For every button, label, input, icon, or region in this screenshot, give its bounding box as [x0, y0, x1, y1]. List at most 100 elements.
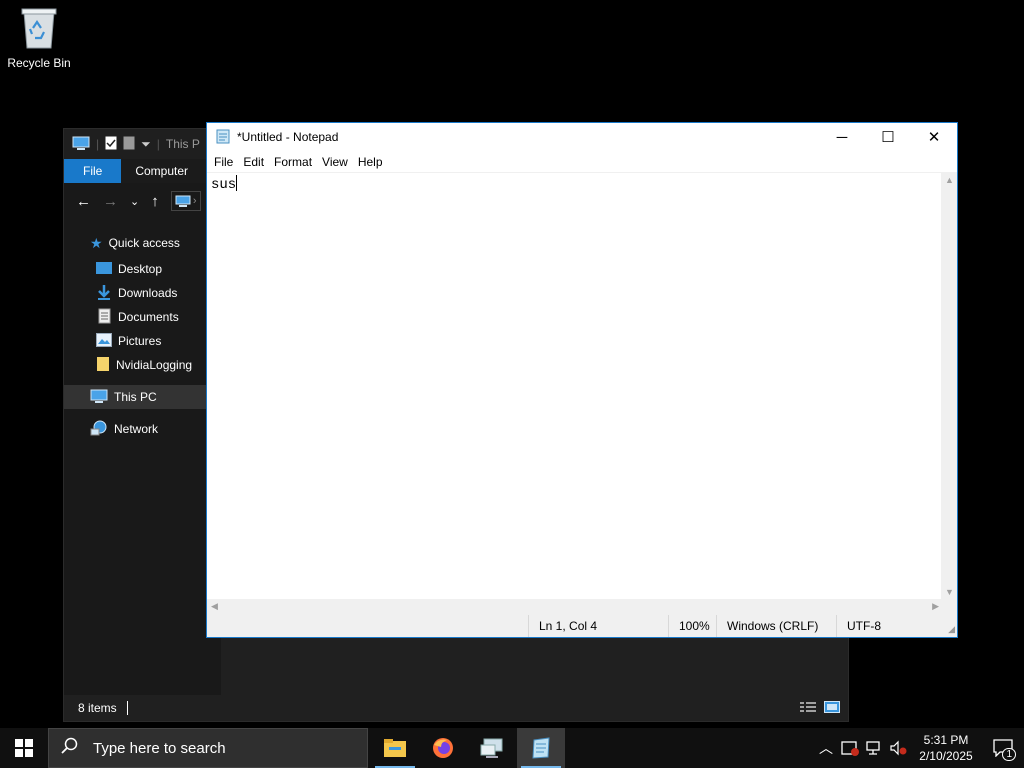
line-ending: Windows (CRLF) [716, 615, 818, 637]
zoom-level: 100% [668, 615, 710, 637]
taskbar-notepad[interactable] [517, 728, 565, 768]
taskbar-firefox[interactable] [419, 728, 467, 768]
sidebar-item-nvidialogging[interactable]: NvidiaLogging [64, 353, 206, 377]
firefox-icon [433, 738, 453, 758]
download-arrow-icon [96, 284, 112, 303]
windows-logo-icon [15, 739, 33, 757]
taskbar: Type here to search ︿ 5:31 PM 2/10/2025 … [0, 728, 1024, 768]
details-view-icon[interactable] [800, 701, 816, 716]
show-hidden-icons-chevron-icon[interactable]: ︿ [814, 738, 838, 758]
text-cursor [236, 175, 238, 191]
computer-icon [90, 389, 108, 406]
address-pc-icon [175, 195, 191, 207]
notepad-window-title: *Untitled - Notepad [237, 130, 339, 144]
sidebar-item-this-pc[interactable]: This PC [64, 385, 206, 409]
properties-icon[interactable] [105, 136, 117, 153]
notepad-window[interactable]: *Untitled - Notepad ─ ☐ ✕ File Edit Form… [206, 122, 958, 638]
sidebar-item-label: Desktop [118, 262, 163, 276]
notepad-app-icon [215, 128, 231, 147]
sidebar-item-downloads[interactable]: Downloads [64, 281, 206, 305]
star-icon: ★ [90, 234, 103, 251]
sidebar-item-label: Network [114, 422, 159, 436]
sidebar-item-label: Pictures [118, 334, 162, 348]
sidebar-item-network[interactable]: Network [64, 417, 206, 441]
explorer-status-bar: 8 items [64, 695, 848, 721]
minimize-button[interactable]: ─ [819, 123, 865, 151]
search-placeholder: Type here to search [93, 739, 226, 757]
network-status-icon[interactable] [862, 740, 886, 756]
network-icon [90, 420, 108, 439]
large-icons-view-icon[interactable] [824, 700, 840, 716]
volume-muted-icon[interactable] [886, 740, 910, 756]
taskbar-file-explorer[interactable] [371, 728, 419, 768]
forward-arrow-icon[interactable]: → [103, 193, 118, 210]
notification-count-badge: 1 [1002, 748, 1016, 761]
new-folder-icon[interactable] [123, 136, 135, 153]
menu-format[interactable]: Format [269, 155, 317, 169]
notepad-status-bar: Ln 1, Col 4 100% Windows (CRLF) UTF-8 ◢ [207, 615, 957, 637]
sidebar-item-documents[interactable]: Documents [64, 305, 206, 329]
scroll-left-icon[interactable]: ◀ [211, 601, 218, 612]
notepad-text-content: sus [211, 177, 237, 193]
quick-access-toolbar-dropdown-icon[interactable]: ⏷ [141, 137, 151, 152]
file-explorer-icon [384, 739, 406, 757]
clock-date: 2/10/2025 [919, 749, 973, 763]
sidebar-item-label: This PC [114, 390, 157, 404]
maximize-button[interactable]: ☐ [865, 123, 911, 151]
sidebar-item-desktop[interactable]: Desktop [64, 257, 206, 281]
notepad-titlebar[interactable]: *Untitled - Notepad ─ ☐ ✕ [207, 123, 957, 151]
status-divider [126, 701, 128, 715]
sidebar-item-label: NvidiaLogging [116, 358, 193, 372]
scroll-right-icon[interactable]: ▶ [932, 601, 939, 612]
clock-time: 5:31 PM [923, 733, 969, 747]
sidebar-item-pictures[interactable]: Pictures [64, 329, 206, 353]
taskbar-network-app[interactable] [468, 728, 516, 768]
tab-file[interactable]: File [64, 159, 122, 183]
cursor-position: Ln 1, Col 4 [528, 615, 597, 637]
folder-icon [96, 356, 110, 375]
pictures-icon [96, 332, 112, 350]
notepad-text-area[interactable]: sus [207, 173, 943, 599]
horizontal-scrollbar[interactable]: ◀ ▶ [207, 599, 943, 615]
address-chevron-icon: › [192, 195, 197, 207]
navigation-pane: ★ Quick access Desktop Downloads Documen… [64, 229, 206, 441]
notepad-menu-bar: File Edit Format View Help [207, 151, 957, 173]
tab-computer[interactable]: Computer [121, 159, 202, 183]
system-tray: ︿ 5:31 PM 2/10/2025 1 [814, 728, 1024, 768]
explorer-content-pane[interactable] [221, 637, 848, 697]
back-arrow-icon[interactable]: ← [76, 193, 91, 210]
security-status-icon[interactable] [838, 740, 862, 756]
scroll-up-icon[interactable]: ▲ [945, 175, 954, 185]
encoding: UTF-8 [836, 615, 881, 637]
start-button[interactable] [0, 728, 48, 768]
menu-view[interactable]: View [317, 155, 353, 169]
sidebar-item-label: Quick access [108, 236, 180, 250]
search-icon [61, 737, 79, 759]
up-arrow-icon[interactable]: ↑ [151, 193, 159, 210]
action-center-button[interactable]: 1 [982, 739, 1024, 761]
menu-edit[interactable]: Edit [238, 155, 269, 169]
recent-locations-chevron-icon[interactable]: ⌄ [130, 195, 139, 208]
document-icon [96, 308, 112, 327]
vertical-scrollbar[interactable]: ▲ ▼ [941, 173, 957, 599]
sidebar-item-quick-access[interactable]: ★ Quick access [64, 229, 206, 257]
recycle-bin-label: Recycle Bin [7, 56, 71, 70]
desktop-folder-icon [96, 261, 112, 277]
taskbar-clock[interactable]: 5:31 PM 2/10/2025 [910, 732, 982, 764]
notepad-icon [532, 737, 550, 759]
resize-grip-icon[interactable]: ◢ [948, 624, 955, 635]
sidebar-item-label: Downloads [118, 286, 178, 300]
address-bar[interactable]: › [170, 191, 201, 211]
recycle-bin-icon [20, 6, 58, 50]
taskbar-search-box[interactable]: Type here to search [48, 728, 368, 768]
this-pc-icon [72, 136, 90, 153]
network-app-icon [480, 738, 503, 758]
menu-help[interactable]: Help [353, 155, 388, 169]
recycle-bin-desktop-icon[interactable]: Recycle Bin [4, 6, 74, 70]
menu-file[interactable]: File [209, 155, 238, 169]
explorer-window-title: This P [165, 137, 200, 151]
close-button[interactable]: ✕ [911, 123, 957, 151]
scroll-down-icon[interactable]: ▼ [945, 587, 954, 597]
item-count: 8 items [78, 701, 117, 715]
sidebar-item-label: Documents [118, 310, 179, 324]
